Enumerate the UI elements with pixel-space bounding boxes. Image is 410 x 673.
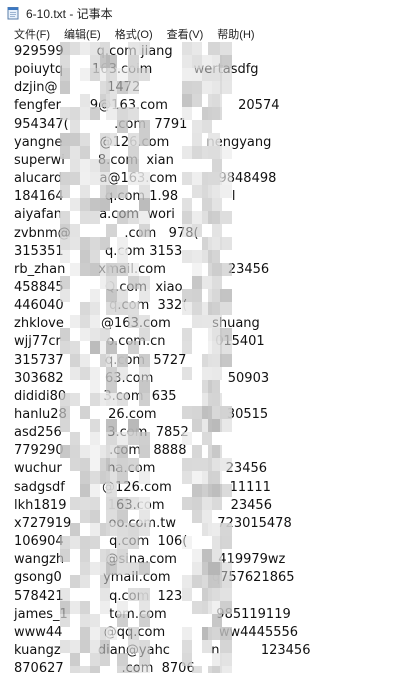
text-line: asd256 3.com 7852 bbox=[14, 425, 189, 441]
menu-format[interactable]: 格式(O) bbox=[115, 26, 153, 42]
text-line: poiuytq 163.coim wertasdfg bbox=[14, 62, 259, 78]
menu-edit[interactable]: 编辑(E) bbox=[64, 26, 101, 42]
text-line: wjj77cr o.com.cn 015401 bbox=[14, 334, 265, 350]
text-line: zvbnm@ .com 978( bbox=[14, 225, 199, 241]
window-title: 6-10.txt - 记事本 bbox=[26, 6, 113, 21]
notepad-icon bbox=[6, 6, 20, 20]
text-line: superwi 8.com xian bbox=[14, 152, 174, 168]
text-line: dididi80 3.com 635 bbox=[14, 388, 177, 404]
text-line: 929599 q.com jiang bbox=[14, 44, 173, 59]
text-line: x727919 oo.com.tw 723015478 bbox=[14, 515, 292, 531]
text-line: 954347( .com 7791 bbox=[14, 116, 188, 132]
text-line: hanlu28 26.com 30515 bbox=[14, 407, 269, 422]
text-line: zhklove @163.com shuang bbox=[14, 316, 260, 332]
text-line: wuchur na.com 23456 bbox=[14, 461, 268, 477]
text-line: gsong0 ymail.com q757621865 bbox=[14, 570, 295, 586]
menu-bar: 文件(F) 编辑(E) 格式(O) 查看(V) 帮助(H) bbox=[0, 26, 410, 42]
text-line: aiyafan a.com wori bbox=[14, 207, 175, 223]
menu-view[interactable]: 查看(V) bbox=[167, 26, 204, 42]
text-line: 446040 q.com 332( bbox=[14, 298, 188, 314]
text-line: james_1 tom.com 985119119 bbox=[14, 606, 291, 622]
text-line: 184164 q.com 1.98 l bbox=[14, 189, 236, 205]
text-line: 779290 .com 8888 bbox=[14, 443, 187, 459]
text-line: sadgsdf @126.com 11111 bbox=[14, 479, 271, 495]
text-line: 315737 q.com 5727 bbox=[14, 352, 187, 368]
menu-file[interactable]: 文件(F) bbox=[14, 26, 50, 42]
text-line: lkh1819 163.com 23456 bbox=[14, 497, 272, 513]
text-line: www44 @qq.com ww4445556 bbox=[14, 624, 299, 640]
title-bar: 6-10.txt - 记事本 bbox=[0, 0, 410, 26]
text-line: fengfer 9@163.com 20574 bbox=[14, 98, 280, 114]
text-line: 303682 63.com 50903 bbox=[14, 370, 270, 386]
menu-help[interactable]: 帮助(H) bbox=[217, 26, 254, 42]
text-line: 106904 q.com 106( bbox=[14, 534, 188, 550]
text-line: kuangz dian@yahc n 123456 bbox=[14, 642, 311, 658]
text-line: dzjin@ 1472 bbox=[14, 80, 141, 96]
text-line: 315351 q.com 3153 bbox=[14, 243, 183, 259]
text-line: 458845 Q.com xiao bbox=[14, 279, 183, 295]
text-line: alucard a@163.com 9848498 bbox=[14, 171, 277, 187]
text-line: yangne @126.com nengyang bbox=[14, 134, 272, 150]
text-editor-area[interactable]: 929599 q.com jiang poiuytq 163.coim werta… bbox=[0, 42, 410, 673]
text-line: 870627 .com 8706 bbox=[14, 661, 195, 673]
text-line: rb_zhan xmail.com 23456 bbox=[14, 261, 270, 277]
text-line: 578421 q.com 123 bbox=[14, 588, 183, 604]
text-line: wangzh @sina.com 419979wz bbox=[14, 552, 286, 568]
